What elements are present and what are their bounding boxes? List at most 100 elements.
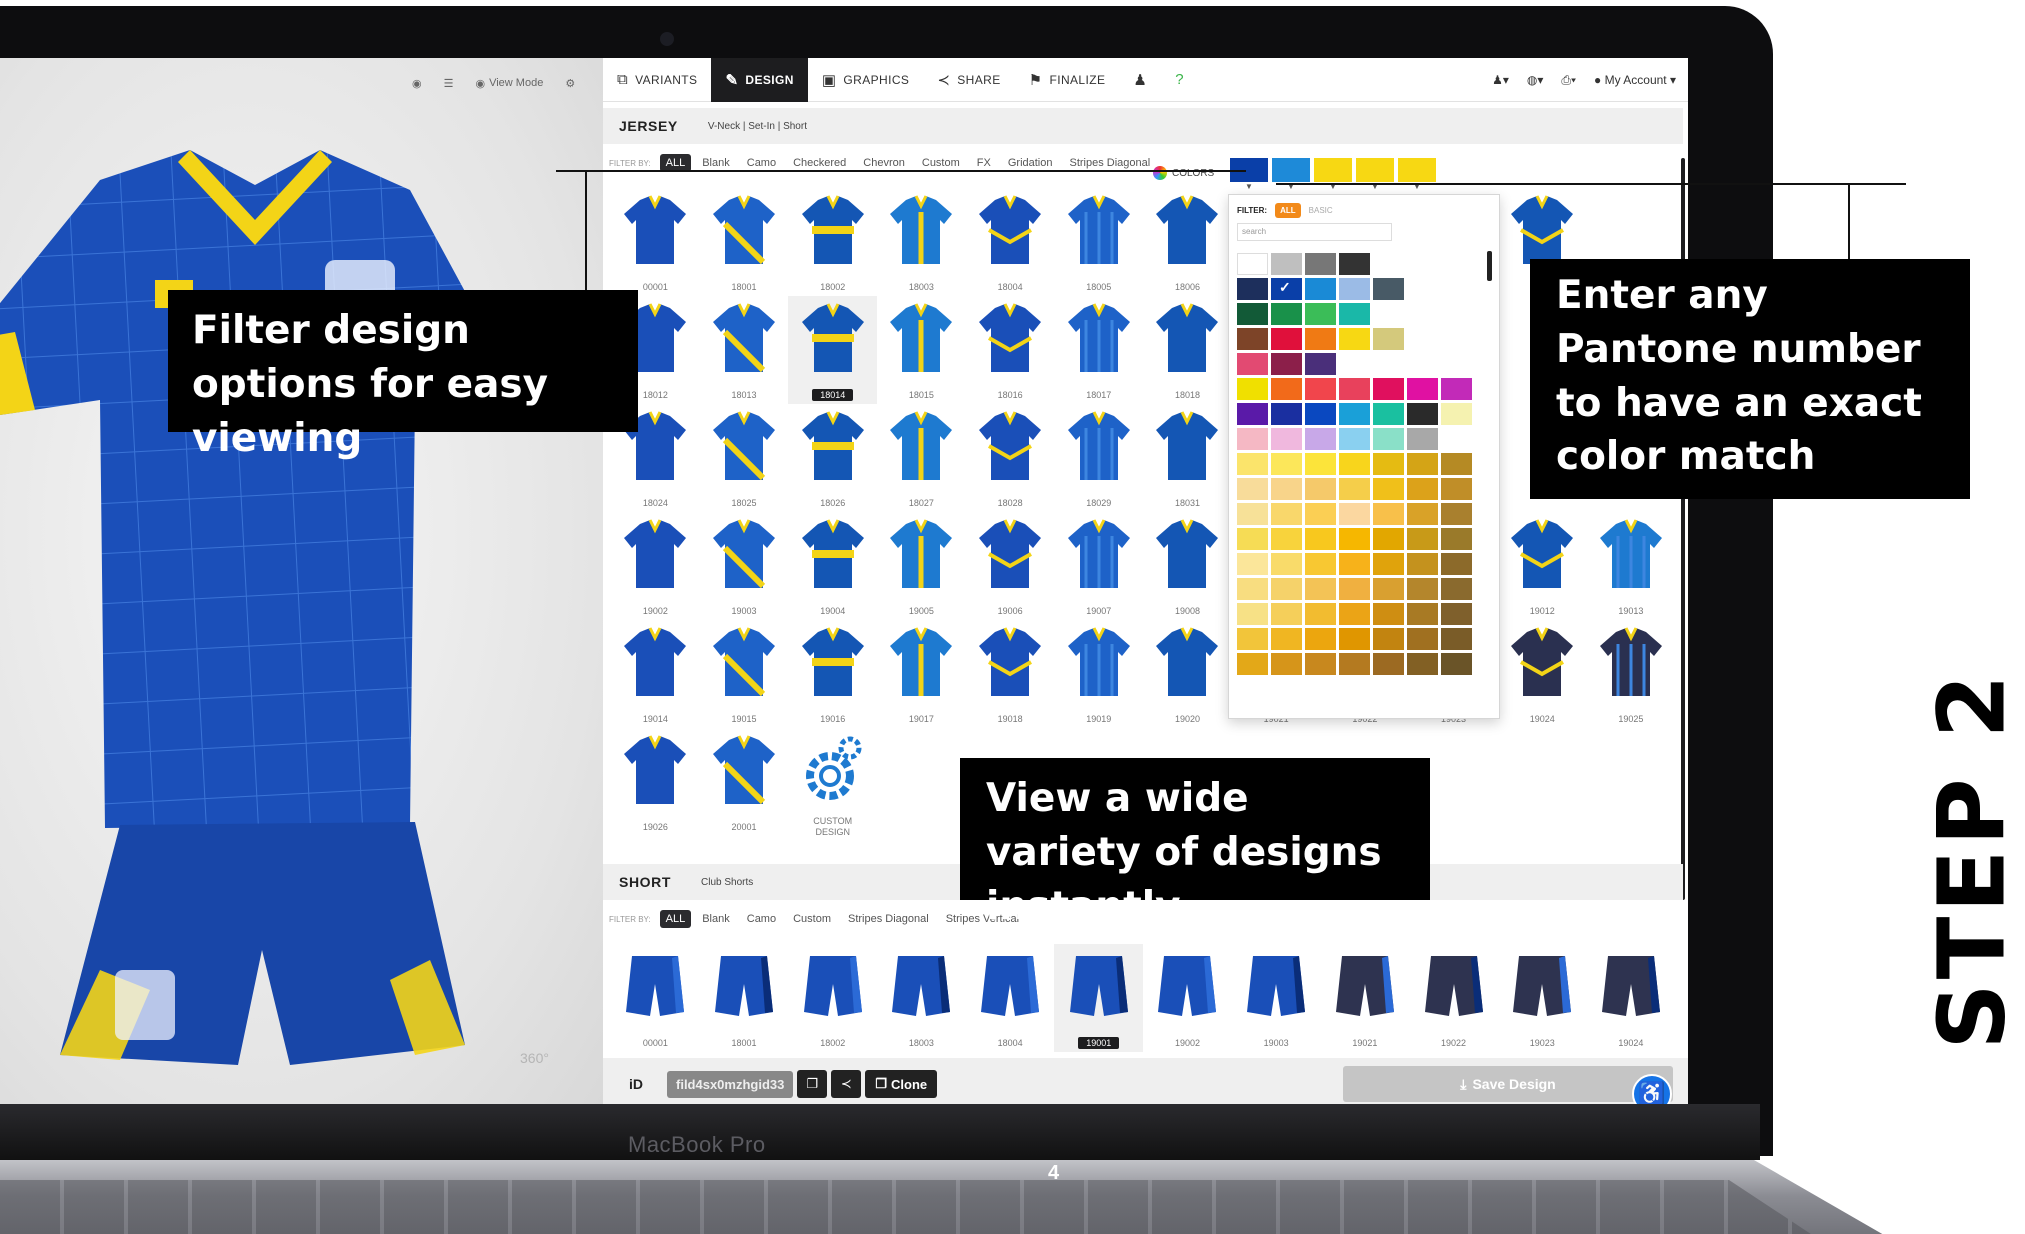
palette-color[interactable]: [1441, 578, 1472, 600]
kit-color-swatch[interactable]: [1272, 158, 1310, 191]
palette-color[interactable]: [1305, 278, 1336, 300]
palette-color[interactable]: [1305, 328, 1336, 350]
palette-color[interactable]: [1305, 378, 1336, 400]
palette-color[interactable]: [1339, 428, 1370, 450]
palette-color[interactable]: [1305, 303, 1336, 325]
palette-color[interactable]: [1271, 253, 1302, 275]
colors-button[interactable]: COLORS: [1153, 166, 1214, 180]
kit-color-swatch[interactable]: [1356, 158, 1394, 191]
palette-color[interactable]: [1271, 403, 1302, 425]
short-filter-camo[interactable]: Camo: [741, 910, 782, 928]
palette-color[interactable]: [1339, 453, 1370, 475]
palette-color[interactable]: [1271, 553, 1302, 575]
short-design-item[interactable]: 18004: [966, 944, 1055, 1052]
palette-color[interactable]: [1271, 603, 1302, 625]
palette-color[interactable]: [1407, 428, 1438, 450]
palette-color[interactable]: [1339, 278, 1370, 300]
share-id-button[interactable]: ≺: [831, 1070, 862, 1098]
palette-color[interactable]: [1373, 278, 1404, 300]
palette-color[interactable]: [1373, 428, 1404, 450]
palette-color[interactable]: [1339, 653, 1370, 675]
palette-color[interactable]: [1237, 378, 1268, 400]
palette-color[interactable]: [1271, 478, 1302, 500]
palette-color[interactable]: [1441, 553, 1472, 575]
palette-color[interactable]: [1305, 428, 1336, 450]
palette-color[interactable]: [1271, 503, 1302, 525]
palette-color[interactable]: [1271, 628, 1302, 650]
short-design-item[interactable]: 19023: [1498, 944, 1587, 1052]
palette-color[interactable]: [1339, 403, 1370, 425]
jersey-design-item[interactable]: 18005: [1054, 188, 1143, 296]
palette-color[interactable]: [1305, 403, 1336, 425]
jersey-design-item[interactable]: 00001: [611, 188, 700, 296]
palette-color[interactable]: [1237, 603, 1268, 625]
palette-color[interactable]: [1373, 628, 1404, 650]
palette-color[interactable]: [1271, 353, 1302, 375]
palette-color[interactable]: [1407, 378, 1438, 400]
short-design-item[interactable]: 19001: [1054, 944, 1144, 1052]
palette-color[interactable]: [1237, 578, 1268, 600]
palette-color[interactable]: [1373, 328, 1404, 350]
pantone-search-input[interactable]: search: [1237, 223, 1392, 241]
palette-color[interactable]: [1407, 603, 1438, 625]
palette-color[interactable]: [1237, 478, 1268, 500]
palette-color[interactable]: [1271, 278, 1302, 300]
view-mode-button[interactable]: ◉ View Mode: [469, 75, 549, 92]
palette-color[interactable]: [1237, 403, 1268, 425]
palette-color[interactable]: [1373, 603, 1404, 625]
kit-color-swatch[interactable]: [1314, 158, 1352, 191]
picker-filter-all[interactable]: ALL: [1275, 203, 1301, 218]
short-design-item[interactable]: 19003: [1232, 944, 1321, 1052]
jersey-design-item[interactable]: 19003: [700, 512, 789, 620]
jersey-design-item[interactable]: 18029: [1054, 404, 1143, 512]
palette-color[interactable]: [1441, 653, 1472, 675]
palette-color[interactable]: [1441, 528, 1472, 550]
jersey-design-item[interactable]: 19016: [788, 620, 877, 728]
picker-filter-basic[interactable]: BASIC: [1309, 206, 1333, 215]
palette-color[interactable]: [1373, 403, 1404, 425]
palette-color[interactable]: [1441, 478, 1472, 500]
jersey-design-item[interactable]: 19017: [877, 620, 966, 728]
palette-color[interactable]: [1339, 628, 1370, 650]
short-design-item[interactable]: 19021: [1321, 944, 1410, 1052]
palette-color[interactable]: [1339, 578, 1370, 600]
short-design-item[interactable]: 19002: [1143, 944, 1232, 1052]
copy-id-button[interactable]: ❐: [797, 1070, 828, 1098]
jersey-design-item[interactable]: 18015: [877, 296, 966, 404]
jersey-design-item[interactable]: 19025: [1587, 620, 1676, 728]
palette-color[interactable]: [1237, 303, 1268, 325]
jersey-design-item[interactable]: 19024: [1498, 620, 1587, 728]
clone-button[interactable]: ❐ Clone: [865, 1070, 938, 1098]
jersey-design-item[interactable]: 19008: [1143, 512, 1232, 620]
short-filter-stripes-diagonal[interactable]: Stripes Diagonal: [842, 910, 935, 928]
palette-color[interactable]: [1373, 378, 1404, 400]
jersey-design-item[interactable]: 18001: [700, 188, 789, 296]
print-icon[interactable]: ⎙▾: [1561, 73, 1576, 88]
palette-color[interactable]: [1441, 628, 1472, 650]
palette-color[interactable]: [1305, 353, 1336, 375]
palette-color[interactable]: [1237, 528, 1268, 550]
jersey-design-item[interactable]: 18006: [1143, 188, 1232, 296]
palette-color[interactable]: [1237, 353, 1268, 375]
globe-icon[interactable]: ◍▾: [1527, 73, 1544, 87]
jersey-design-item[interactable]: 18013: [700, 296, 789, 404]
list-icon[interactable]: ☰: [438, 75, 460, 92]
jersey-design-item[interactable]: 18004: [966, 188, 1055, 296]
jersey-design-item[interactable]: 19004: [788, 512, 877, 620]
palette-color[interactable]: [1237, 278, 1268, 300]
jersey-design-item[interactable]: 18002: [788, 188, 877, 296]
tab-graphics[interactable]: ▣ GRAPHICS: [808, 58, 923, 102]
short-design-item[interactable]: 19022: [1409, 944, 1498, 1052]
palette-color[interactable]: [1373, 478, 1404, 500]
palette-color[interactable]: [1271, 578, 1302, 600]
palette-color[interactable]: [1305, 528, 1336, 550]
palette-color[interactable]: [1339, 378, 1370, 400]
palette-color[interactable]: [1441, 453, 1472, 475]
palette-color[interactable]: [1407, 403, 1438, 425]
palette-color[interactable]: [1271, 453, 1302, 475]
jersey-design-item[interactable]: 19019: [1054, 620, 1143, 728]
picker-scrollbar[interactable]: [1487, 251, 1492, 281]
tab-design[interactable]: ✎ DESIGN: [711, 58, 808, 102]
palette-color[interactable]: [1407, 653, 1438, 675]
jersey-design-item[interactable]: 19026: [611, 728, 700, 836]
